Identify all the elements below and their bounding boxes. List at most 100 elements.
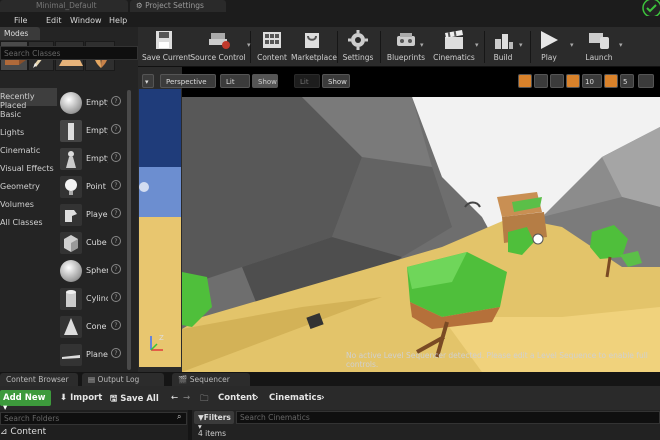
help-icon[interactable]: ? (111, 236, 121, 246)
tab-level[interactable]: Minimal_Default (0, 0, 128, 12)
menu-help[interactable]: Help (109, 16, 127, 25)
save-all-button[interactable]: 🖫 Save All (110, 393, 159, 407)
place-item[interactable]: Cylind? (58, 285, 128, 313)
help-icon[interactable]: ? (111, 124, 121, 134)
import-button[interactable]: ⬇ Import (60, 393, 102, 403)
viewport-options-icon[interactable]: ▾ (142, 74, 154, 88)
place-item[interactable]: Empty? (58, 89, 128, 117)
search-folders-input[interactable]: Search Folders (0, 412, 187, 425)
play-button[interactable]: Play (536, 29, 562, 67)
tab-output-log-label: Output Log (97, 375, 140, 384)
modes-scrollbar[interactable] (127, 90, 131, 370)
blueprints-dropdown-icon[interactable]: ▾ (420, 41, 424, 49)
source-control-button[interactable]: Source Control (190, 29, 246, 67)
maximize-viewport-icon[interactable] (638, 74, 654, 88)
menu-edit[interactable]: Edit (46, 16, 62, 25)
sequencer-icon: 🎬 (178, 375, 190, 384)
camera-speed-value[interactable]: 5 (620, 74, 634, 88)
back-arrow-icon[interactable]: ← (171, 393, 178, 403)
show-ghost-button[interactable]: Show (322, 74, 350, 88)
lit-button[interactable]: Lit (220, 74, 250, 88)
place-item-label: Cylind (86, 294, 108, 303)
help-icon[interactable]: ? (111, 264, 121, 274)
place-item[interactable]: Player? (58, 201, 128, 229)
point-light-icon (60, 176, 82, 198)
level-viewport[interactable] (182, 67, 660, 372)
help-icon[interactable]: ? (111, 152, 121, 162)
add-new-button[interactable]: Add New ▾ (0, 390, 51, 413)
build-label: Build (493, 53, 513, 62)
tab-output-log[interactable]: ▤ Output Log (82, 373, 164, 386)
launch-icon (589, 33, 609, 49)
show-label: Show (258, 78, 277, 86)
source-control-dropdown-icon[interactable]: ▾ (247, 41, 251, 49)
launch-button[interactable]: Launch (582, 29, 616, 67)
source-control-status-icon[interactable] (638, 0, 660, 16)
show-button[interactable]: Show (252, 74, 278, 88)
category-cinematic[interactable]: Cinematic (0, 142, 57, 160)
world-local-icon[interactable] (534, 74, 548, 88)
surface-snap-icon[interactable] (550, 74, 564, 88)
search-assets-input[interactable]: Search Cinematics (236, 411, 660, 424)
launch-dropdown-icon[interactable]: ▾ (619, 41, 623, 49)
category-visual-effects[interactable]: Visual Effects (0, 160, 57, 178)
lit-ghost-button[interactable]: Lit (294, 74, 320, 88)
help-icon[interactable]: ? (111, 208, 121, 218)
cinematics-button[interactable]: Cinematics (433, 29, 475, 67)
settings-button[interactable]: Settings (341, 29, 375, 67)
tab-content-browser[interactable]: Content Browser (0, 373, 78, 386)
content-button[interactable]: Content (255, 29, 289, 67)
build-dropdown-icon[interactable]: ▾ (519, 41, 523, 49)
filters-button[interactable]: ▼Filters ▾ (194, 411, 234, 431)
save-current-button[interactable]: Save Current (142, 29, 191, 67)
help-icon[interactable]: ? (111, 96, 121, 106)
help-icon[interactable]: ? (111, 320, 121, 330)
menu-window[interactable]: Window (70, 16, 102, 25)
place-item[interactable]: Plane? (58, 341, 128, 369)
grid-snap-icon[interactable] (566, 74, 580, 88)
perspective-label: Perspective (166, 78, 207, 86)
blueprints-label: Blueprints (386, 53, 426, 62)
forward-arrow-icon[interactable]: → (183, 393, 190, 403)
category-lights[interactable]: Lights (0, 124, 57, 142)
save-icon (156, 31, 172, 49)
perspective-button[interactable]: Perspective (160, 74, 216, 88)
breadcrumb-cinematics[interactable]: Cinematics (269, 393, 322, 403)
category-recently-placed[interactable]: Recently Placed (0, 88, 57, 110)
menu-file[interactable]: File (14, 16, 27, 25)
tab-sequencer[interactable]: 🎬 Sequencer (172, 373, 250, 386)
folder-tree-content[interactable]: ⊿ Content (0, 427, 46, 437)
grid-size-value[interactable]: 10 (582, 74, 602, 88)
place-item-label: Empty (86, 154, 108, 163)
import-icon: ⬇ (60, 393, 71, 403)
category-all-classes[interactable]: All Classes (0, 214, 57, 232)
sequencer-warning-text: No active Level Sequencer detected. Plea… (346, 351, 648, 369)
place-item[interactable]: Empty? (58, 117, 128, 145)
category-volumes[interactable]: Volumes (0, 196, 57, 214)
place-item[interactable]: Sphere? (58, 257, 128, 285)
help-icon[interactable]: ? (111, 348, 121, 358)
help-icon[interactable]: ? (111, 292, 121, 302)
place-item[interactable]: Cone? (58, 313, 128, 341)
tab-level-label: Minimal_Default (36, 1, 97, 10)
search-classes-input[interactable]: Search Classes (0, 46, 138, 60)
build-button[interactable]: Build (488, 29, 518, 67)
marketplace-icon (305, 33, 319, 48)
place-item[interactable]: Point L? (58, 173, 128, 201)
category-basic[interactable]: Basic (0, 106, 57, 124)
place-item[interactable]: Cube? (58, 229, 128, 257)
tab-project-settings[interactable]: ⚙ Project Settings (130, 0, 226, 12)
marketplace-button[interactable]: Marketplace (291, 29, 337, 67)
clapperboard-icon (445, 30, 463, 49)
help-icon[interactable]: ? (111, 180, 121, 190)
play-dropdown-icon[interactable]: ▾ (570, 41, 574, 49)
breadcrumb-content[interactable]: Content (218, 393, 256, 403)
transform-toggle-icon[interactable] (518, 74, 532, 88)
place-item[interactable]: Empty? (58, 145, 128, 173)
save-all-label: Save All (120, 394, 159, 404)
cinematics-dropdown-icon[interactable]: ▾ (475, 41, 479, 49)
modes-tab[interactable]: Modes (0, 27, 40, 40)
lit-ghost-label: Lit (300, 78, 309, 86)
category-geometry[interactable]: Geometry (0, 178, 57, 196)
rotation-snap-icon[interactable] (604, 74, 618, 88)
